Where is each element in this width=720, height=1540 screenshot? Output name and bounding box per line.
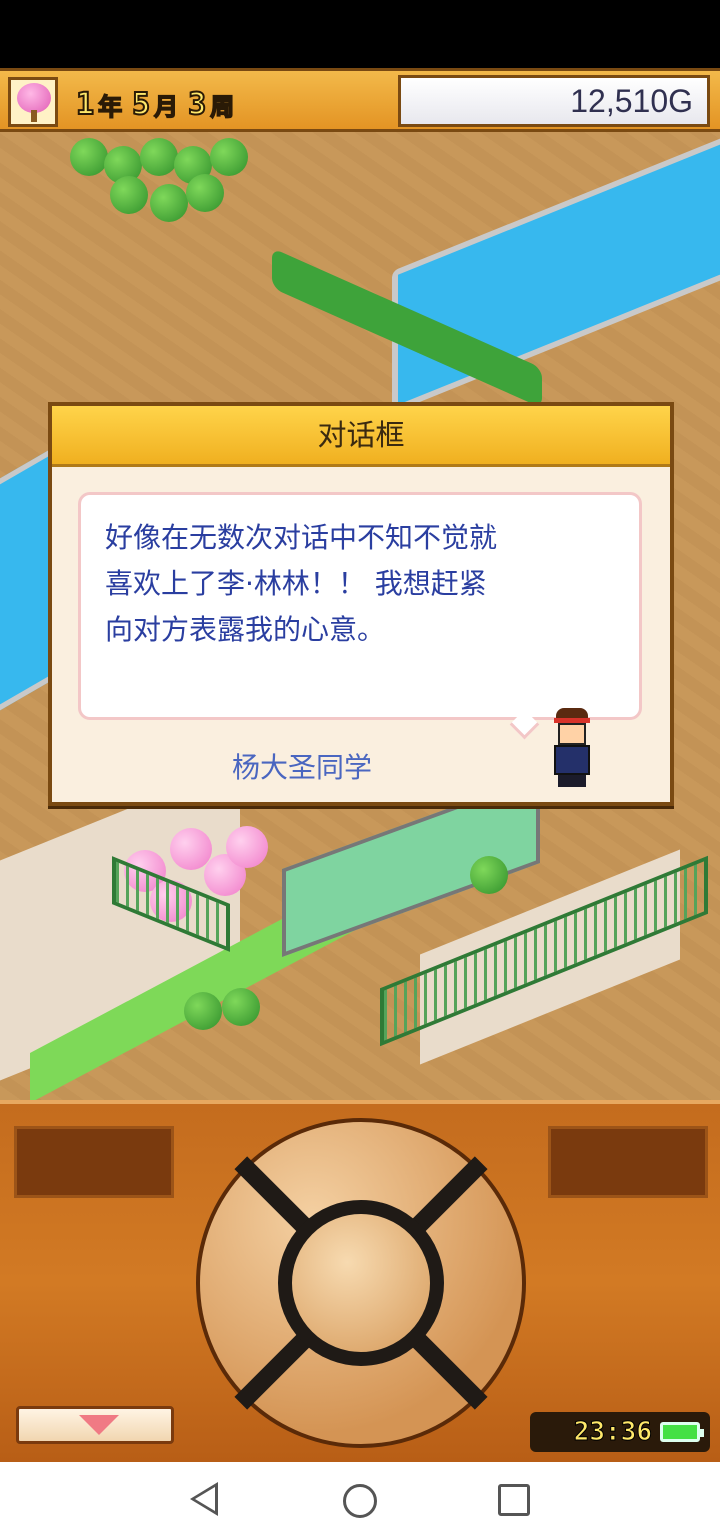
- back-icon[interactable]: [190, 1482, 218, 1516]
- triangle-down-icon: [79, 1415, 119, 1435]
- week-unit: 周: [209, 92, 235, 122]
- dialog-title: 对话框: [52, 406, 670, 467]
- game-date: 1 年 5 月 3 周: [75, 85, 240, 123]
- week-value: 3: [187, 86, 207, 123]
- status-bar: [0, 0, 720, 68]
- money-display: 12,510G: [398, 75, 710, 127]
- clock-time: 23:36: [573, 1417, 652, 1448]
- dialog-line-2: 喜欢上了李·林林！！ 我想赶紧: [105, 567, 487, 600]
- dialog-line-3: 向对方表露我的心意。: [105, 613, 386, 646]
- recent-apps-icon[interactable]: [498, 1484, 530, 1516]
- control-panel: 23:36: [0, 1100, 720, 1462]
- dialog-box[interactable]: 对话框 好像在无数次对话中不知不觉就 喜欢上了李·林林！！ 我想赶紧 向对方表露…: [48, 402, 674, 806]
- speech-bubble: 好像在无数次对话中不知不觉就 喜欢上了李·林林！！ 我想赶紧 向对方表露我的心意…: [78, 492, 642, 720]
- system-nav-bar: [0, 1462, 720, 1540]
- cherry-blossom-tree-icon: [8, 77, 58, 127]
- battery-icon: [660, 1422, 704, 1442]
- dpad-center-button[interactable]: [278, 1200, 444, 1366]
- speaker-name: 杨大圣同学: [232, 751, 373, 784]
- directional-pad[interactable]: [196, 1118, 526, 1448]
- student-portrait: [548, 708, 596, 790]
- year-unit: 年: [97, 92, 123, 122]
- menu-toggle-button[interactable]: [16, 1406, 174, 1444]
- month-unit: 月: [153, 92, 179, 122]
- year-value: 1: [75, 86, 95, 123]
- month-value: 5: [131, 86, 151, 123]
- right-soft-button[interactable]: [548, 1126, 708, 1198]
- left-soft-button[interactable]: [14, 1126, 174, 1198]
- home-icon[interactable]: [343, 1484, 377, 1518]
- top-hud: 1 年 5 月 3 周 12,510G: [0, 68, 720, 132]
- game-clock: 23:36: [530, 1412, 710, 1452]
- dialog-line-1: 好像在无数次对话中不知不觉就: [105, 521, 498, 554]
